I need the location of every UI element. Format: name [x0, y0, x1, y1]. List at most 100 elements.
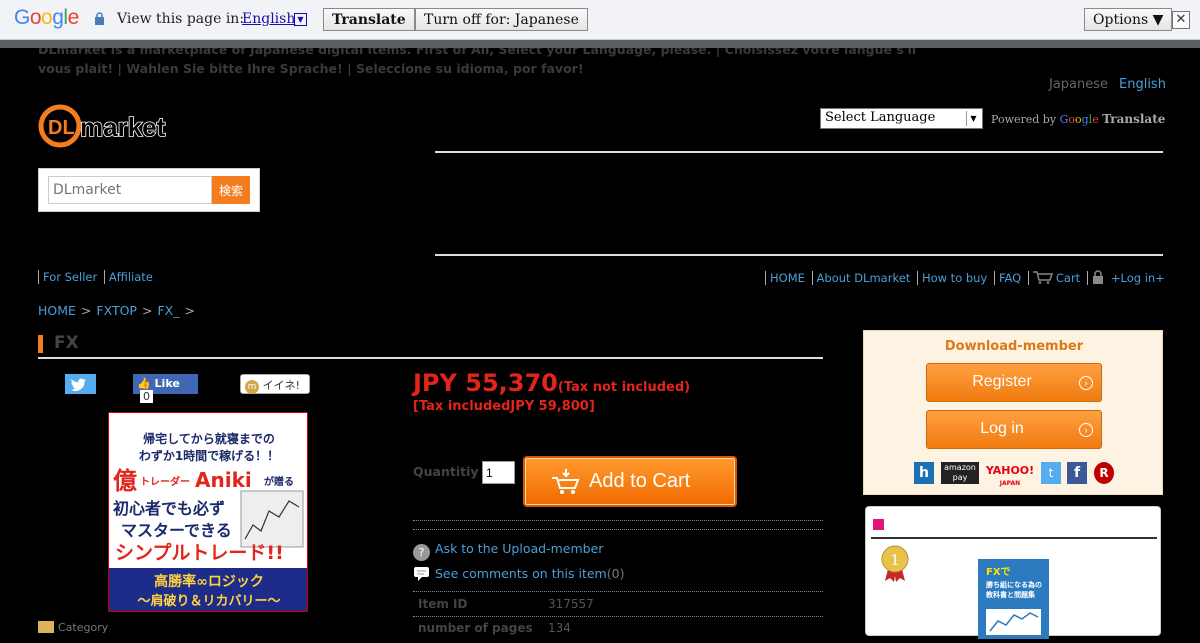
folder-icon — [38, 621, 54, 633]
facebook-like-button[interactable]: 👍 Like 0 — [133, 374, 198, 403]
translate-bar: Google View this page in: English ▼ Tran… — [0, 0, 1200, 40]
divider — [413, 616, 823, 617]
nav-home[interactable]: HOME — [770, 271, 805, 285]
lang-english-link[interactable]: English — [1119, 77, 1166, 92]
page-title-text: FX — [54, 333, 79, 353]
quantity-input[interactable] — [482, 461, 515, 484]
ask-upload-member[interactable]: ? Ask to the Upload-member — [413, 541, 603, 561]
cover-line5: マスターできる — [121, 521, 232, 540]
translate-label: Translate — [1102, 112, 1166, 126]
language-notice: DLmarket is a marketplace of Japanese di… — [0, 40, 1200, 78]
breadcrumb-separator: > — [141, 303, 153, 318]
breadcrumb: HOME > FXTOP > FX_ > — [38, 303, 200, 318]
translate-language-link[interactable]: English — [242, 11, 295, 27]
twitter-icon[interactable]: t — [1041, 462, 1061, 484]
dlmarket-logo[interactable]: DL market — [38, 104, 188, 148]
nav-cart[interactable]: Cart — [1056, 271, 1080, 285]
breadcrumb-fxtop[interactable]: FXTOP — [96, 303, 137, 318]
divider — [435, 151, 1163, 153]
amazon-pay-text: amazon — [944, 463, 976, 472]
cart-icon — [1032, 271, 1053, 284]
see-comments[interactable]: See comments on this item(0) — [413, 565, 624, 582]
facebook-icon[interactable]: f — [1067, 462, 1087, 484]
yahoo-icon[interactable]: YAHOO! JAPAN — [985, 462, 1035, 487]
translate-prompt: View this page in: — [117, 11, 245, 27]
lock-icon — [95, 12, 104, 25]
fb-like-count: 0 — [140, 390, 153, 403]
rakuten-icon[interactable]: R — [1094, 462, 1114, 484]
page-title: FX — [38, 333, 823, 359]
ranking-marker — [873, 519, 884, 530]
breadcrumb-home[interactable]: HOME — [38, 303, 76, 318]
cover-line3d: が贈る — [264, 475, 294, 488]
product-cover-art: 帰宅してから就寝までの わずか1時間で稼げる！！ 億 トレーダー Aniki が… — [109, 413, 307, 611]
price: JPY 55,370(Tax not included) — [413, 369, 690, 397]
amazon-pay-icon[interactable]: amazon pay — [941, 462, 979, 484]
nav-about[interactable]: About DLmarket — [817, 271, 911, 285]
powered-by-label: Powered by — [991, 113, 1057, 126]
chevron-down-icon[interactable]: ▼ — [294, 13, 307, 26]
comment-icon — [414, 567, 429, 581]
fb-like-label: Like — [154, 377, 180, 390]
cover-line2: わずか1時間で稼げる！！ — [139, 448, 279, 463]
download-member-panel: Download-member Register › Log in › h amaz… — [863, 330, 1163, 495]
download-member-title: Download-member — [944, 339, 1084, 354]
divider — [413, 591, 823, 592]
google-small-logo: Google — [1059, 113, 1099, 126]
book-line1: FXで — [986, 566, 1011, 578]
product-image[interactable]: 帰宅してから就寝までの わずか1時間で稼げる！！ 億 トレーダー Aniki が… — [108, 412, 308, 612]
nav-login[interactable]: +Log in+ — [1111, 271, 1165, 285]
ask-link[interactable]: Ask to the Upload-member — [435, 541, 603, 556]
options-button[interactable]: Options ▼ — [1084, 8, 1173, 31]
yahoo-sub: JAPAN — [999, 480, 1021, 487]
nav-faq[interactable]: FAQ — [999, 271, 1021, 285]
twitter-icon — [70, 378, 86, 392]
item-id-value: 317557 — [548, 597, 594, 611]
book-line2: 勝ち組になる為の — [986, 580, 1042, 589]
cover-line7: 高勝率∞ロジック — [154, 573, 264, 590]
amazon-pay-sub: pay — [952, 473, 968, 482]
login-button[interactable]: Log in › — [926, 410, 1102, 449]
nav-how-to-buy[interactable]: How to buy — [922, 271, 987, 285]
chevron-right-icon: › — [1079, 376, 1093, 390]
search-box: 検索 — [38, 168, 260, 212]
cover-line4: 初心者でも必ず — [113, 499, 225, 518]
search-button[interactable]: 検索 — [212, 176, 250, 204]
cart-icon — [552, 469, 580, 494]
nav-affiliate[interactable]: Affiliate — [109, 270, 153, 284]
cover-line8: ～肩破り＆リカバリー～ — [137, 593, 280, 609]
comments-link[interactable]: See comments on this item — [435, 566, 607, 581]
book-cover-art: FXで 勝ち組になる為の 教科書と問題集 — [978, 559, 1049, 639]
divider — [413, 520, 823, 521]
first-place-medal-icon: 1 — [881, 545, 909, 582]
tax-not-included: (Tax not included) — [557, 380, 691, 395]
svg-text:DL: DL — [48, 117, 75, 139]
quantity-label: Quantitiy — [413, 464, 479, 479]
nav-for-seller[interactable]: For Seller — [43, 270, 97, 284]
turn-off-button[interactable]: Turn off for: Japanese — [415, 8, 588, 31]
nav-left: For Seller Affiliate — [35, 270, 153, 284]
close-icon[interactable]: ✕ — [1172, 11, 1190, 29]
divider — [413, 529, 823, 530]
translate-button[interactable]: Translate — [323, 8, 415, 31]
mixi-like-button[interactable]: m イイネ! — [240, 374, 310, 394]
add-to-cart-label: Add to Cart — [589, 470, 691, 492]
yahoo-text: YAHOO! — [985, 464, 1035, 477]
add-to-cart-button[interactable]: Add to Cart — [523, 456, 737, 507]
select-language-dropdown[interactable]: Select Language ▼ — [820, 108, 983, 129]
category-label: Category — [58, 621, 109, 634]
breadcrumb-fx[interactable]: FX_ — [157, 303, 179, 318]
mixi-icon: m — [245, 380, 259, 394]
chevron-right-icon: › — [1079, 423, 1093, 437]
google-logo: Google — [14, 6, 79, 29]
powered-by: Powered by Google Translate — [991, 112, 1165, 126]
lang-japanese-link[interactable]: Japanese — [1049, 77, 1108, 92]
twitter-share-button[interactable] — [65, 374, 96, 394]
item-id-label: Item ID — [418, 597, 468, 611]
ranking-book-cover[interactable]: FXで 勝ち組になる為の 教科書と問題集 — [978, 559, 1049, 639]
register-button[interactable]: Register › — [926, 363, 1102, 402]
hatena-icon[interactable]: h — [914, 462, 934, 484]
breadcrumb-separator: > — [184, 303, 195, 318]
search-input[interactable] — [48, 176, 212, 204]
price-value: JPY 55,370 — [413, 369, 558, 397]
